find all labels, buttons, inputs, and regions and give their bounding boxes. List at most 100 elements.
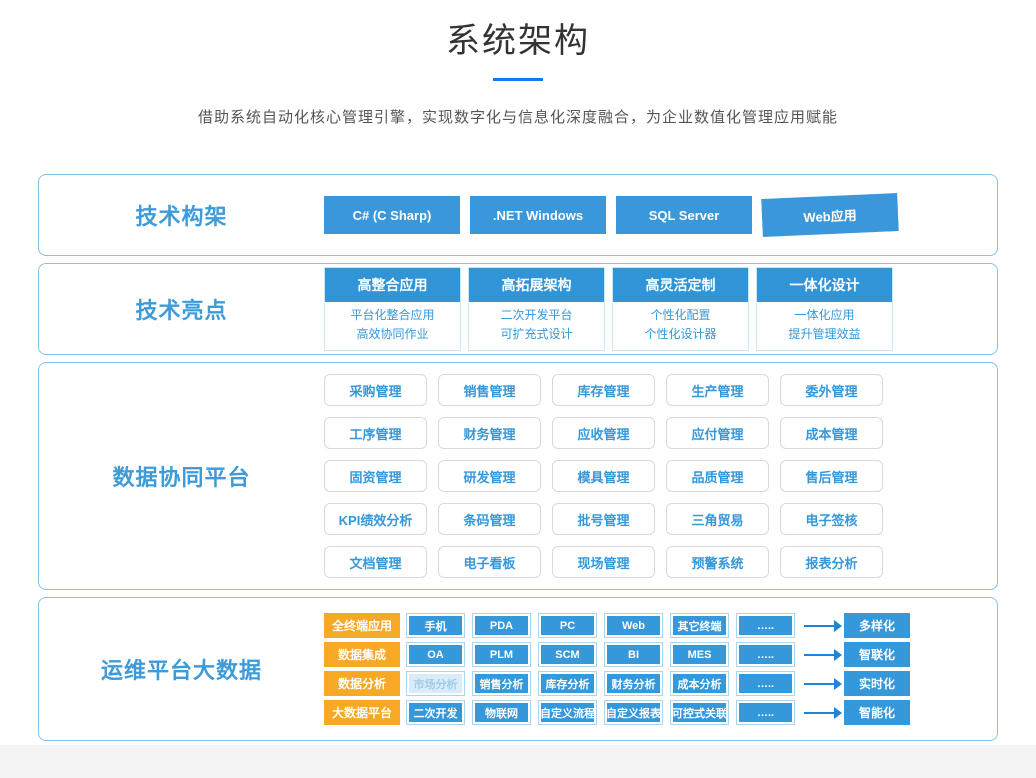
highlight-card-body: 平台化整合应用 高效协同作业 (325, 302, 460, 350)
highlight-line: 一体化应用 (757, 306, 892, 325)
highlight-line: 高效协同作业 (325, 325, 460, 344)
bigdata-row-platform: 大数据平台 二次开发 物联网 自定义流程 自定义报表 可控式关联 ….. 智能化 (324, 700, 910, 725)
module-barcode: 条码管理 (438, 503, 541, 535)
section-label-tech-stack: 技术构架 (39, 199, 324, 231)
module-aftersales: 售后管理 (780, 460, 883, 492)
module-purchase: 采购管理 (324, 374, 427, 406)
bigdata-cell: 库存分析 (538, 671, 597, 696)
module-rnd: 研发管理 (438, 460, 541, 492)
module-cost: 成本管理 (780, 417, 883, 449)
bigdata-cell: SCM (538, 642, 597, 667)
bigdata-cell: 物联网 (472, 700, 531, 725)
arrow-right-icon (804, 683, 834, 685)
module-production: 生产管理 (666, 374, 769, 406)
module-esign: 电子签核 (780, 503, 883, 535)
module-sales: 销售管理 (438, 374, 541, 406)
module-grid: 采购管理 销售管理 库存管理 生产管理 委外管理 工序管理 财务管理 应收管理 … (324, 374, 883, 578)
section-label-bigdata: 运维平台大数据 (39, 653, 324, 685)
module-inventory: 库存管理 (552, 374, 655, 406)
bigdata-rows: 全终端应用 手机 PDA PC Web 其它终端 ….. 多样化 数据集成 OA… (324, 613, 910, 725)
section-highlights: 技术亮点 高整合应用 平台化整合应用 高效协同作业 高拓展架构 二次开发平台 可… (38, 263, 998, 355)
section-label-collab: 数据协同平台 (39, 460, 324, 492)
module-alert: 预警系统 (666, 546, 769, 578)
bigdata-cell: 其它终端 (670, 613, 729, 638)
module-fixed-assets: 固资管理 (324, 460, 427, 492)
footer-strip (0, 745, 1036, 778)
bigdata-cell: 自定义报表 (604, 700, 663, 725)
category-tag: 数据集成 (324, 642, 400, 667)
bigdata-cell-more: ….. (736, 613, 795, 638)
result-tag: 多样化 (844, 613, 910, 638)
module-batch: 批号管理 (552, 503, 655, 535)
module-process: 工序管理 (324, 417, 427, 449)
highlight-card-title: 高灵活定制 (613, 268, 748, 302)
highlight-card-flexibility: 高灵活定制 个性化配置 个性化设计器 (612, 267, 749, 351)
bigdata-cell: 市场分析 (406, 671, 465, 696)
bigdata-row-terminals: 全终端应用 手机 PDA PC Web 其它终端 ….. 多样化 (324, 613, 910, 638)
result-tag: 实时化 (844, 671, 910, 696)
module-outsourcing: 委外管理 (780, 374, 883, 406)
module-quality: 品质管理 (666, 460, 769, 492)
bigdata-cell: 可控式关联 (670, 700, 729, 725)
category-tag: 全终端应用 (324, 613, 400, 638)
bigdata-cell: PLM (472, 642, 531, 667)
highlight-line: 可扩充式设计 (469, 325, 604, 344)
category-tag: 大数据平台 (324, 700, 400, 725)
bigdata-row-analysis: 数据分析 市场分析 销售分析 库存分析 财务分析 成本分析 ….. 实时化 (324, 671, 910, 696)
highlight-card-title: 高拓展架构 (469, 268, 604, 302)
bigdata-cell: 销售分析 (472, 671, 531, 696)
arrow-right-icon (804, 712, 834, 714)
highlight-line: 提升管理效益 (757, 325, 892, 344)
module-report: 报表分析 (780, 546, 883, 578)
bigdata-cell: BI (604, 642, 663, 667)
bigdata-cell: Web (604, 613, 663, 638)
title-underline (493, 78, 543, 81)
module-kpi: KPI绩效分析 (324, 503, 427, 535)
arrow-right-icon (804, 625, 834, 627)
module-receivable: 应收管理 (552, 417, 655, 449)
bigdata-cell: 二次开发 (406, 700, 465, 725)
bigdata-row-integration: 数据集成 OA PLM SCM BI MES ….. 智联化 (324, 642, 910, 667)
module-finance: 财务管理 (438, 417, 541, 449)
tech-stack-items: C# (C Sharp) .NET Windows SQL Server Web… (324, 196, 898, 234)
highlight-cards: 高整合应用 平台化整合应用 高效协同作业 高拓展架构 二次开发平台 可扩充式设计… (324, 267, 893, 351)
tech-item-sqlserver: SQL Server (616, 196, 752, 234)
module-triangle-trade: 三角贸易 (666, 503, 769, 535)
bigdata-cell: 自定义流程 (538, 700, 597, 725)
section-bigdata-platform: 运维平台大数据 全终端应用 手机 PDA PC Web 其它终端 ….. 多样化… (38, 597, 998, 741)
bigdata-cell: MES (670, 642, 729, 667)
result-tag: 智能化 (844, 700, 910, 725)
highlight-line: 个性化配置 (613, 306, 748, 325)
tech-item-dotnet: .NET Windows (470, 196, 606, 234)
highlight-card-title: 高整合应用 (325, 268, 460, 302)
category-tag: 数据分析 (324, 671, 400, 696)
highlight-card-body: 一体化应用 提升管理效益 (757, 302, 892, 350)
module-payable: 应付管理 (666, 417, 769, 449)
highlight-line: 个性化设计器 (613, 325, 748, 344)
page-subtitle: 借助系统自动化核心管理引擎，实现数字化与信息化深度融合，为企业数值化管理应用赋能 (0, 106, 1036, 127)
highlight-card-body: 个性化配置 个性化设计器 (613, 302, 748, 350)
section-tech-stack: 技术构架 C# (C Sharp) .NET Windows SQL Serve… (38, 174, 998, 256)
section-label-highlights: 技术亮点 (39, 293, 324, 325)
tech-item-web: Web应用 (761, 193, 899, 237)
highlight-card-unified: 一体化设计 一体化应用 提升管理效益 (756, 267, 893, 351)
bigdata-cell: 手机 (406, 613, 465, 638)
module-onsite: 现场管理 (552, 546, 655, 578)
module-document: 文档管理 (324, 546, 427, 578)
highlight-line: 二次开发平台 (469, 306, 604, 325)
highlight-card-extensibility: 高拓展架构 二次开发平台 可扩充式设计 (468, 267, 605, 351)
bigdata-cell-more: ….. (736, 642, 795, 667)
bigdata-cell: 财务分析 (604, 671, 663, 696)
highlight-card-title: 一体化设计 (757, 268, 892, 302)
page: 系统架构 借助系统自动化核心管理引擎，实现数字化与信息化深度融合，为企业数值化管… (0, 0, 1036, 778)
bigdata-cell: PC (538, 613, 597, 638)
section-collab-platform: 数据协同平台 采购管理 销售管理 库存管理 生产管理 委外管理 工序管理 财务管… (38, 362, 998, 590)
highlight-card-body: 二次开发平台 可扩充式设计 (469, 302, 604, 350)
page-title: 系统架构 (0, 0, 1036, 66)
module-kanban: 电子看板 (438, 546, 541, 578)
bigdata-cell: OA (406, 642, 465, 667)
bigdata-cell-more: ….. (736, 700, 795, 725)
result-tag: 智联化 (844, 642, 910, 667)
bigdata-cell: PDA (472, 613, 531, 638)
module-mold: 模具管理 (552, 460, 655, 492)
